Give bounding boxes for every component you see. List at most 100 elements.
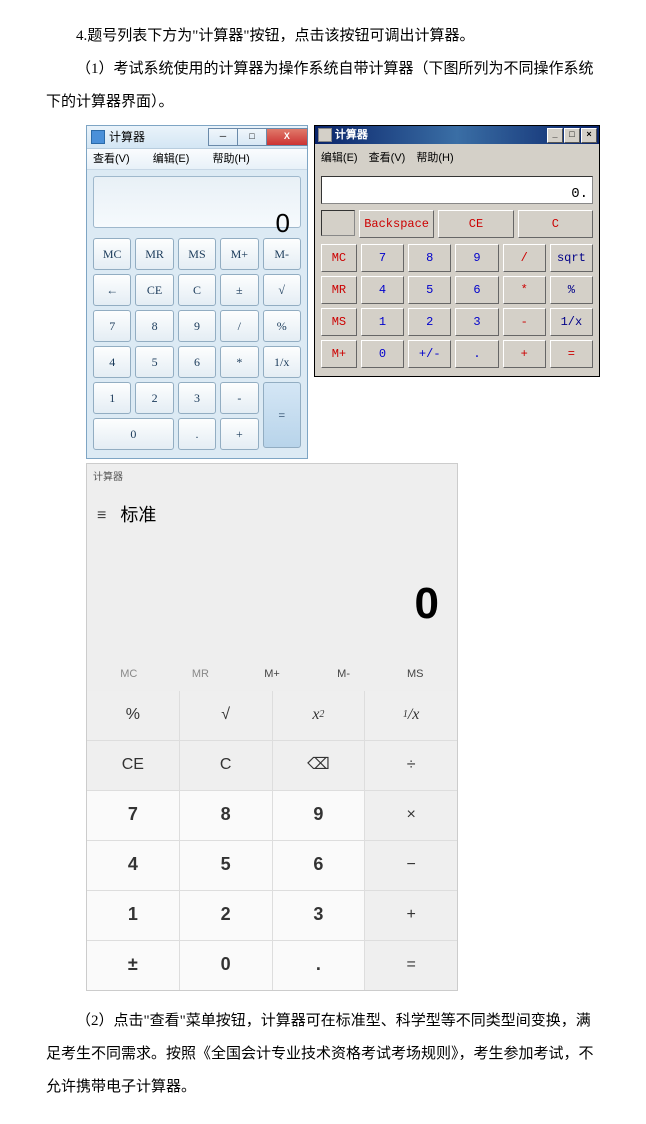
key-⌫[interactable]: ⌫ (273, 741, 365, 790)
mem-MS[interactable]: MS (379, 662, 451, 686)
key-1[interactable]: 1 (93, 382, 131, 414)
key-1/x[interactable]: 1/x (550, 308, 593, 336)
key-.[interactable]: . (455, 340, 498, 368)
minimize-icon[interactable]: ─ (208, 128, 238, 146)
key-3[interactable]: 3 (178, 382, 216, 414)
mem-MC[interactable]: MC (93, 662, 165, 686)
key-2[interactable]: 2 (180, 891, 272, 940)
key-+/-[interactable]: +/- (408, 340, 451, 368)
maximize-icon[interactable]: □ (564, 128, 580, 143)
menu-help[interactable]: 帮助(H) (212, 153, 259, 165)
key-4[interactable]: 4 (93, 346, 131, 378)
key-=[interactable]: = (263, 382, 301, 448)
key-*[interactable]: * (220, 346, 258, 378)
key--[interactable]: - (503, 308, 546, 336)
key-6[interactable]: 6 (273, 841, 365, 890)
key-6[interactable]: 6 (178, 346, 216, 378)
key-7[interactable]: 7 (87, 791, 179, 840)
key-9[interactable]: 9 (455, 244, 498, 272)
key-+[interactable]: + (503, 340, 546, 368)
key-4[interactable]: 4 (87, 841, 179, 890)
maximize-icon[interactable]: □ (237, 128, 267, 146)
key-5[interactable]: 5 (135, 346, 173, 378)
key-%[interactable]: % (263, 310, 301, 342)
key-x²[interactable]: x2 (273, 691, 365, 740)
key-7[interactable]: 7 (361, 244, 404, 272)
menu-view[interactable]: 查看(V) (93, 153, 140, 165)
key-0[interactable]: 0 (361, 340, 404, 368)
key-=[interactable]: = (365, 941, 457, 990)
key-8[interactable]: 8 (408, 244, 451, 272)
hamburger-icon[interactable]: ≡ (97, 498, 106, 533)
key-8[interactable]: 8 (180, 791, 272, 840)
key-M+[interactable]: M+ (321, 340, 357, 368)
key-MS[interactable]: MS (321, 308, 357, 336)
key-±[interactable]: ± (87, 941, 179, 990)
key-C[interactable]: C (180, 741, 272, 790)
key-9[interactable]: 9 (178, 310, 216, 342)
key-7[interactable]: 7 (93, 310, 131, 342)
key-.[interactable]: . (178, 418, 216, 450)
c-button[interactable]: C (518, 210, 593, 238)
key-/[interactable]: / (503, 244, 546, 272)
key-MC[interactable]: MC (93, 238, 131, 270)
mem-M-[interactable]: M- (308, 662, 380, 686)
key-←[interactable]: ← (93, 274, 131, 306)
key-MR[interactable]: MR (135, 238, 173, 270)
key-3[interactable]: 3 (455, 308, 498, 336)
key-MR[interactable]: MR (321, 276, 357, 304)
key-1[interactable]: 1 (361, 308, 404, 336)
key-MS[interactable]: MS (178, 238, 216, 270)
key-√[interactable]: √ (180, 691, 272, 740)
key-√[interactable]: √ (263, 274, 301, 306)
key-+[interactable]: + (365, 891, 457, 940)
key-−[interactable]: − (365, 841, 457, 890)
calc-win7: 计算器 ─ □ X 查看(V) 编辑(E) 帮助(H) 0 MCMRMSM+M-… (86, 125, 308, 459)
key-×[interactable]: × (365, 791, 457, 840)
key-±[interactable]: ± (220, 274, 258, 306)
key-*[interactable]: * (503, 276, 546, 304)
backspace-button[interactable]: Backspace (359, 210, 434, 238)
key-%[interactable]: % (87, 691, 179, 740)
menu-view[interactable]: 查看(V) (369, 152, 406, 164)
key-¹/x[interactable]: 1/x (365, 691, 457, 740)
menu-edit[interactable]: 编辑(E) (321, 152, 358, 164)
key-=[interactable]: = (550, 340, 593, 368)
key-CE[interactable]: CE (135, 274, 173, 306)
key-5[interactable]: 5 (408, 276, 451, 304)
key-C[interactable]: C (178, 274, 216, 306)
ce-button[interactable]: CE (438, 210, 513, 238)
key-0[interactable]: 0 (93, 418, 174, 450)
menu-help[interactable]: 帮助(H) (416, 152, 453, 164)
minimize-icon[interactable]: _ (547, 128, 563, 143)
key-2[interactable]: 2 (408, 308, 451, 336)
key-.[interactable]: . (273, 941, 365, 990)
close-icon[interactable]: × (581, 128, 597, 143)
key-%[interactable]: % (550, 276, 593, 304)
key-8[interactable]: 8 (135, 310, 173, 342)
key-MC[interactable]: MC (321, 244, 357, 272)
key-M-[interactable]: M- (263, 238, 301, 270)
close-icon[interactable]: X (266, 128, 308, 146)
key--[interactable]: - (220, 382, 258, 414)
mem-MR[interactable]: MR (165, 662, 237, 686)
key-0[interactable]: 0 (180, 941, 272, 990)
key-sqrt[interactable]: sqrt (550, 244, 593, 272)
app-icon (91, 130, 105, 144)
key-/[interactable]: / (220, 310, 258, 342)
key-M+[interactable]: M+ (220, 238, 258, 270)
menu-edit[interactable]: 编辑(E) (153, 153, 200, 165)
mem-M+[interactable]: M+ (236, 662, 308, 686)
key-1[interactable]: 1 (87, 891, 179, 940)
key-9[interactable]: 9 (273, 791, 365, 840)
key-1/x[interactable]: 1/x (263, 346, 301, 378)
key-4[interactable]: 4 (361, 276, 404, 304)
key-5[interactable]: 5 (180, 841, 272, 890)
key-+[interactable]: + (220, 418, 258, 450)
key-3[interactable]: 3 (273, 891, 365, 940)
key-÷[interactable]: ÷ (365, 741, 457, 790)
key-6[interactable]: 6 (455, 276, 498, 304)
key-CE[interactable]: CE (87, 741, 179, 790)
key-2[interactable]: 2 (135, 382, 173, 414)
win7-titlebar: 计算器 ─ □ X (87, 126, 307, 149)
